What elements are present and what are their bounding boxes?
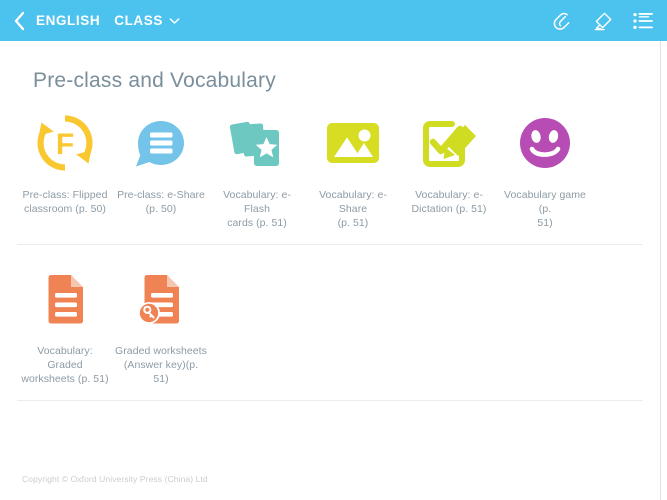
picture-image-icon [317,107,389,179]
tile-label: Pre-class: e-Share (p. 50) [115,188,207,216]
checkbox-pencil-icon [413,107,485,179]
tile-label: Pre-class: Flipped classroom (p. 50) [21,188,110,216]
copyright-text: Copyright © Oxford University Press (Chi… [22,474,208,484]
tile-vocabulary-e-flash-cards[interactable]: Vocabulary: e-Flash cards (p. 51) [209,107,305,230]
tile-label-line2: 51) [537,217,553,229]
breadcrumb-english[interactable]: ENGLISH [36,13,100,28]
attachment-icon [552,10,574,32]
tile-label: Graded worksheets (Answer key)(p. 51) [113,344,209,386]
chevron-down-icon [169,12,180,30]
tile-row-1: F Pre-class: Flipped classroom (p. 50) P… [17,93,643,236]
tile-label-line2: Dictation (p. 51) [411,203,487,215]
highlighter-pen-icon [592,10,614,32]
tile-label: Vocabulary: e-Flash cards (p. 51) [209,188,305,230]
tile-label-line1: Graded worksheets [115,345,207,357]
tile-label-line1: Pre-class: e-Share [117,189,205,201]
tile-label-line2: (p. 50) [145,203,177,215]
tile-label: Vocabulary: Graded worksheets (p. 51) [17,344,113,386]
tile-vocabulary-game[interactable]: Vocabulary game (p. 51) [497,107,593,230]
tile-label-line2: classroom (p. 50) [24,203,106,215]
tile-label-line1: Vocabulary game (p. [504,189,586,215]
breadcrumb-class-label: CLASS [114,13,163,28]
header-left-group: ENGLISH CLASS [8,8,551,34]
flash-cards-star-icon [221,107,293,179]
document-key-icon [125,263,197,335]
tile-pre-class-e-share[interactable]: Pre-class: e-Share (p. 50) [113,107,209,216]
tile-label-line1: Vocabulary: e-Share [319,189,387,215]
tile-vocabulary-e-dictation[interactable]: Vocabulary: e- Dictation (p. 51) [401,107,497,216]
chevron-left-icon [13,11,26,31]
tile-label-line1: Vocabulary: Graded [37,345,93,371]
smiley-face-icon [509,107,581,179]
app-root: ENGLISH CLASS Pre-class and Vocabulary F… [0,0,667,500]
document-lines-icon [29,263,101,335]
back-button[interactable] [8,8,30,34]
contents-list-button[interactable] [631,9,655,33]
tile-row-2: Vocabulary: Graded worksheets (p. 51) Gr… [17,245,643,392]
tile-label-line2: worksheets (p. 51) [21,373,109,385]
list-menu-icon [632,11,654,31]
tile-label-line2: (p. 51) [337,217,369,229]
tile-label-line2: (Answer key)(p. 51) [123,359,199,385]
tile-label: Vocabulary: e-Share (p. 51) [305,188,401,230]
page-title: Pre-class and Vocabulary [33,69,276,92]
tile-label-line1: Pre-class: Flipped [22,189,108,201]
speech-bubble-lines-icon [125,107,197,179]
tile-vocabulary-e-share[interactable]: Vocabulary: e-Share (p. 51) [305,107,401,230]
row-divider-2 [17,400,643,401]
header-actions [551,9,655,33]
tile-label: Vocabulary game (p. 51) [497,188,593,230]
app-header: ENGLISH CLASS [0,0,667,41]
tile-label: Vocabulary: e- Dictation (p. 51) [410,188,489,216]
page-content: Pre-class and Vocabulary F Pre-class: Fl… [0,41,661,500]
tile-label-line1: Vocabulary: e-Flash [223,189,291,215]
svg-text:F: F [56,128,74,161]
attachment-button[interactable] [551,9,575,33]
tile-label-line1: Vocabulary: e- [415,189,483,201]
breadcrumb-class-dropdown[interactable]: CLASS [100,12,180,30]
tile-vocabulary-graded-worksheets[interactable]: Vocabulary: Graded worksheets (p. 51) [17,263,113,386]
tile-graded-worksheets-answer-key[interactable]: Graded worksheets (Answer key)(p. 51) [113,263,209,386]
annotate-button[interactable] [591,9,615,33]
refresh-flipped-classroom-icon: F [29,107,101,179]
tile-label-line2: cards (p. 51) [227,217,287,229]
tile-pre-class-flipped-classroom[interactable]: F Pre-class: Flipped classroom (p. 50) [17,107,113,216]
